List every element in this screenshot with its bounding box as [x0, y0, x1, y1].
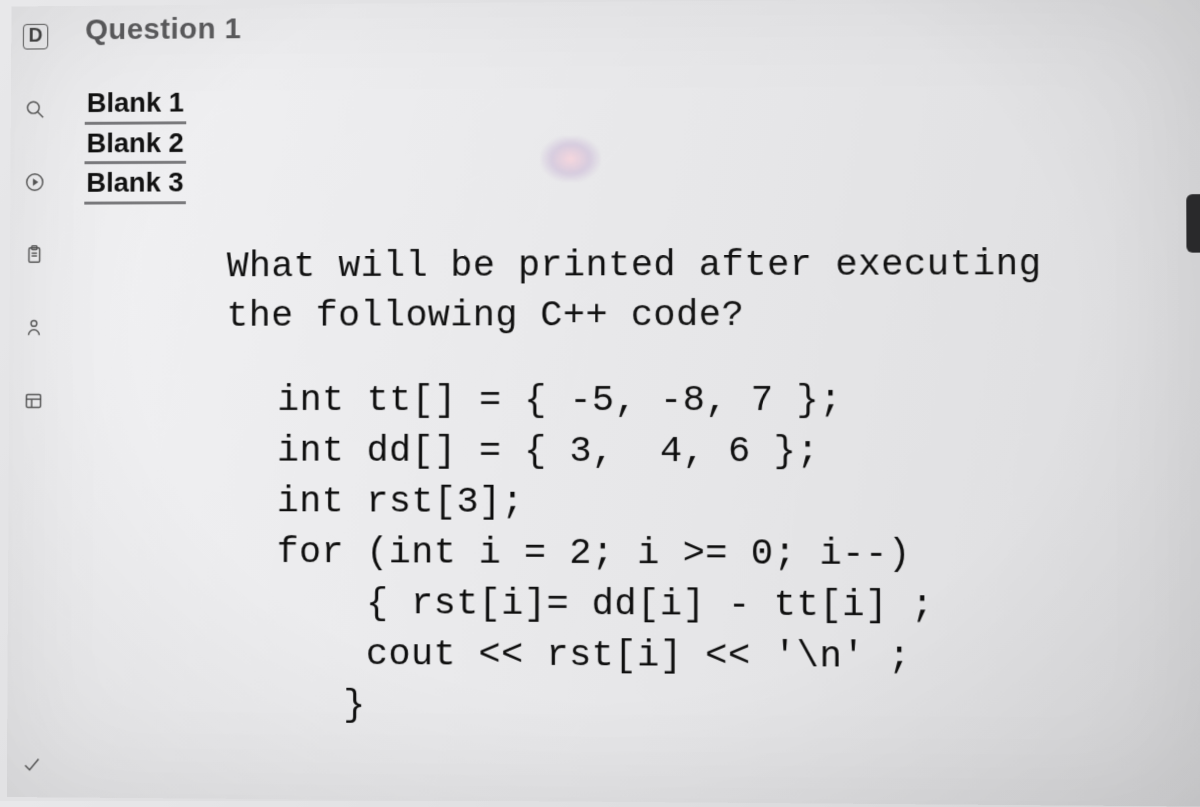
layout-icon[interactable]	[21, 388, 46, 414]
question-title: Question 1	[85, 5, 1163, 47]
question-body: What will be printed after executing the…	[225, 240, 1166, 737]
person-icon[interactable]	[21, 315, 46, 341]
blank-1[interactable]: Blank 1	[85, 86, 186, 125]
blanks-list: Blank 1 Blank 2 Blank 3	[84, 80, 1164, 205]
prompt-line: the following C++ code?	[226, 291, 1164, 342]
badge-d-icon: D	[23, 24, 48, 50]
left-toolbar: D	[7, 6, 60, 797]
question-panel: Question 1 Blank 1 Blank 2 Blank 3 What …	[78, 5, 1166, 737]
prompt-line: What will be printed after executing	[227, 240, 1165, 292]
blank-3[interactable]: Blank 3	[84, 166, 185, 204]
check-icon[interactable]	[19, 751, 45, 777]
search-icon[interactable]	[22, 97, 47, 123]
blank-2[interactable]: Blank 2	[84, 126, 185, 165]
question-prompt: What will be printed after executing the…	[226, 240, 1164, 342]
screen-glare-icon	[541, 136, 601, 182]
right-edge-tab-icon[interactable]	[1186, 194, 1200, 253]
code-block: int tt[] = { -5, -8, 7 }; int dd[] = { 3…	[276, 375, 1166, 737]
clipboard-icon[interactable]	[22, 242, 47, 268]
play-circle-icon[interactable]	[22, 169, 47, 195]
